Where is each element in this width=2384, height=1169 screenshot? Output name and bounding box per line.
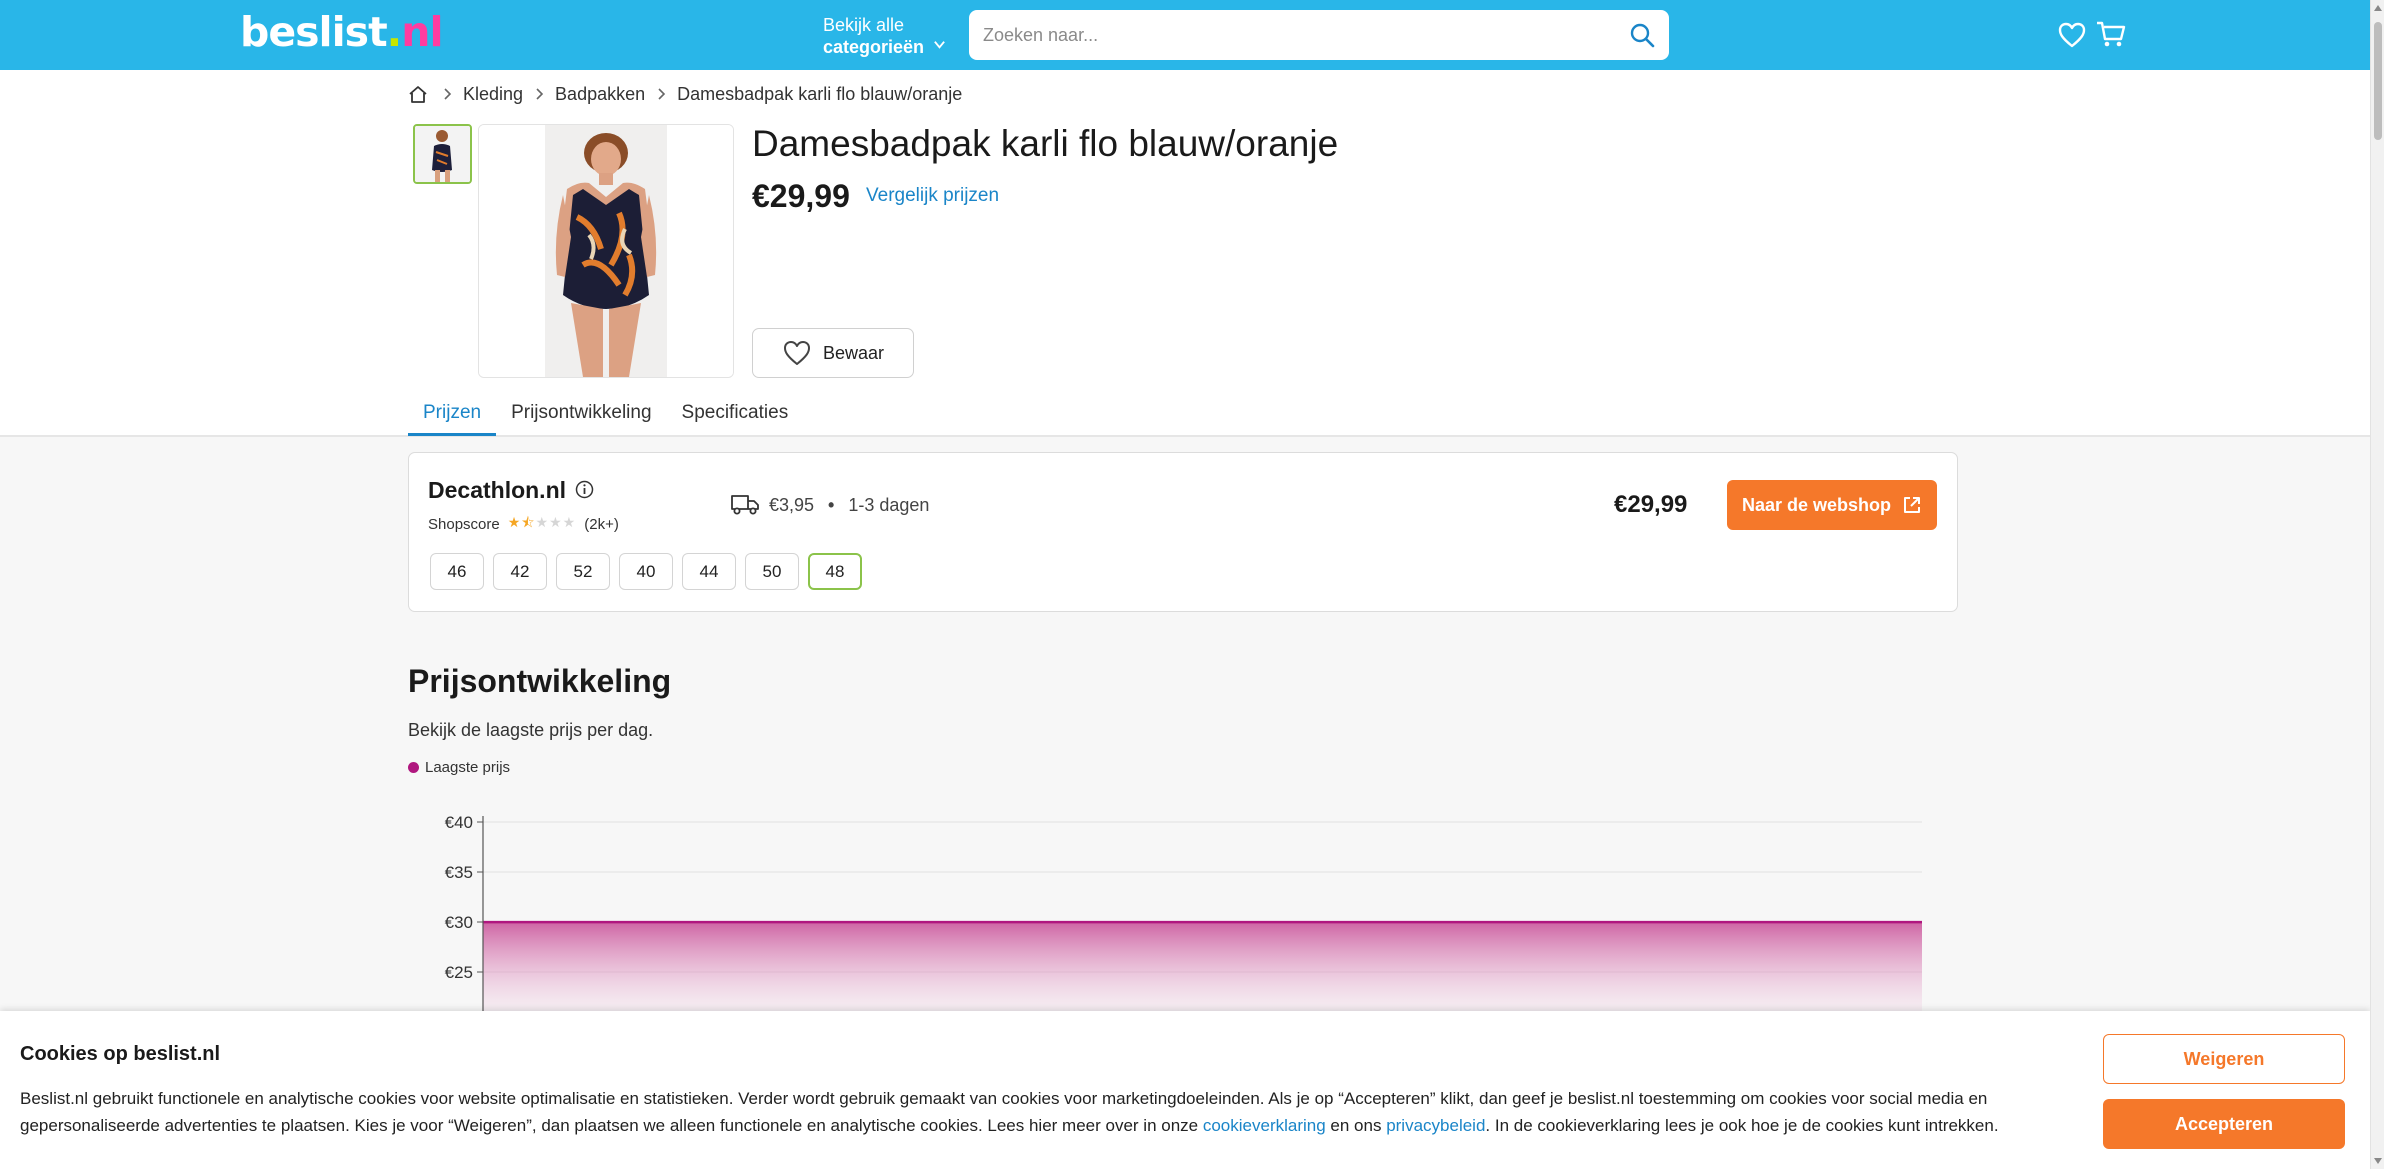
privacy-policy-link[interactable]: privacybeleid — [1386, 1116, 1485, 1135]
shipping-cost: €3,95 — [769, 495, 815, 515]
truck-icon — [731, 495, 759, 515]
legend-label: Laagste prijs — [425, 759, 511, 776]
search-icon[interactable] — [1629, 22, 1655, 48]
y-tick-label: €25 — [445, 963, 473, 982]
delivery-time: 1-3 dagen — [848, 495, 930, 515]
breadcrumb-item-kleding[interactable]: Kleding — [463, 84, 523, 105]
heart-icon[interactable] — [2058, 22, 2086, 48]
star-rating: ★⯪★★★ — [507, 514, 577, 530]
scrollbar[interactable] — [2370, 0, 2384, 1169]
shop-name[interactable]: Decathlon.nl — [428, 477, 566, 504]
tab-prijzen[interactable]: Prijzen — [408, 392, 497, 436]
search-input[interactable] — [983, 10, 1593, 60]
chevron-down-icon — [934, 41, 945, 49]
logo-dot: . — [386, 8, 403, 56]
y-tick-label: €35 — [445, 863, 473, 882]
y-tick-label: €40 — [445, 813, 473, 832]
cookie-text-part: . In de cookieverklaring lees je ook hoe… — [1485, 1116, 1999, 1135]
breadcrumb-item-current: Damesbadpak karli flo blauw/oranje — [677, 83, 963, 104]
save-button[interactable]: Bewaar — [752, 328, 914, 378]
go-to-webshop-button[interactable]: Naar de webshop — [1727, 480, 1937, 530]
chart-legend: Laagste prijs — [408, 759, 510, 776]
size-option-selected[interactable]: 48 — [808, 553, 862, 590]
price-chart: €40 €35 €30 €25 — [445, 813, 1922, 1015]
offer-price: €29,99 — [1614, 491, 1688, 518]
product-price: €29,99 — [752, 178, 850, 214]
cookie-banner: Cookies op beslist.nl Beslist.nl gebruik… — [0, 1011, 2370, 1169]
y-tick-label: €30 — [445, 913, 473, 932]
tab-specificaties[interactable]: Specificaties — [667, 392, 804, 436]
chevron-right-icon — [658, 88, 666, 100]
size-option[interactable]: 44 — [682, 553, 736, 590]
chevron-right-icon — [536, 88, 544, 100]
shopscore: Shopscore ★⯪★★★ (2k+) — [428, 512, 619, 536]
home-icon[interactable] — [408, 85, 428, 104]
price-development-subtitle: Bekijk de laagste prijs per dag. — [408, 720, 654, 740]
heart-icon — [784, 341, 810, 365]
accept-cookies-button[interactable]: Accepteren — [2103, 1099, 2345, 1149]
product-tabs: Prijzen Prijsontwikkeling Specificaties — [408, 392, 803, 436]
size-option[interactable]: 40 — [619, 553, 673, 590]
compare-prices-link[interactable]: Vergelijk prijzen — [866, 185, 999, 207]
scroll-down-arrow[interactable] — [2374, 1158, 2382, 1164]
product-title: Damesbadpak karli flo blauw/oranje — [752, 123, 1339, 164]
size-option[interactable]: 46 — [430, 553, 484, 590]
decline-cookies-button[interactable]: Weigeren — [2103, 1034, 2345, 1084]
categories-line1: Bekijk alle — [823, 15, 905, 35]
scrollbar-thumb[interactable] — [2374, 22, 2382, 140]
info-icon[interactable] — [575, 480, 594, 499]
breadcrumb: Kleding Badpakken Damesbadpak karli flo … — [408, 83, 962, 105]
shopscore-label: Shopscore — [428, 515, 500, 533]
webshop-button-label: Naar de webshop — [1741, 494, 1892, 515]
review-count: (2k+) — [584, 515, 619, 533]
cookie-title: Cookies op beslist.nl — [20, 1043, 221, 1065]
product-thumbnail[interactable] — [413, 124, 472, 184]
offer-card: Decathlon.nl Shopscore ★⯪★★★ (2k+) €3,95… — [408, 452, 1958, 612]
save-label: Bewaar — [823, 342, 885, 363]
legend-marker — [408, 762, 419, 773]
external-link-icon — [1904, 497, 1921, 513]
logo-text: beslist — [240, 8, 388, 56]
chevron-right-icon — [444, 88, 452, 100]
cookie-text-part: en ons — [1325, 1116, 1387, 1135]
size-option[interactable]: 42 — [493, 553, 547, 590]
categories-button[interactable]: Bekijk alle categorieën — [823, 14, 924, 58]
logo-tld: nl — [401, 8, 443, 56]
price-area — [483, 922, 1922, 1015]
logo[interactable]: beslist.nl — [240, 8, 444, 56]
cookie-text: Beslist.nl gebruikt functionele en analy… — [20, 1085, 2080, 1139]
shipping-info: €3,95 • 1-3 dagen — [769, 495, 930, 515]
breadcrumb-item-badpakken[interactable]: Badpakken — [555, 84, 645, 105]
search-bar — [969, 10, 1669, 60]
header-bar: beslist.nl Bekijk alle categorieën — [0, 0, 2384, 70]
size-options: 46 42 52 40 44 50 48 — [430, 553, 871, 590]
product-image[interactable] — [478, 124, 734, 378]
cart-icon[interactable] — [2096, 20, 2126, 48]
categories-line2: categorieën — [823, 37, 925, 57]
price-development-title: Prijsontwikkeling — [408, 663, 672, 699]
size-option[interactable]: 52 — [556, 553, 610, 590]
scroll-up-arrow[interactable] — [2374, 5, 2382, 11]
size-option[interactable]: 50 — [745, 553, 799, 590]
tab-prijsontwikkeling[interactable]: Prijsontwikkeling — [496, 392, 666, 436]
cookie-statement-link[interactable]: cookieverklaring — [1203, 1116, 1326, 1135]
